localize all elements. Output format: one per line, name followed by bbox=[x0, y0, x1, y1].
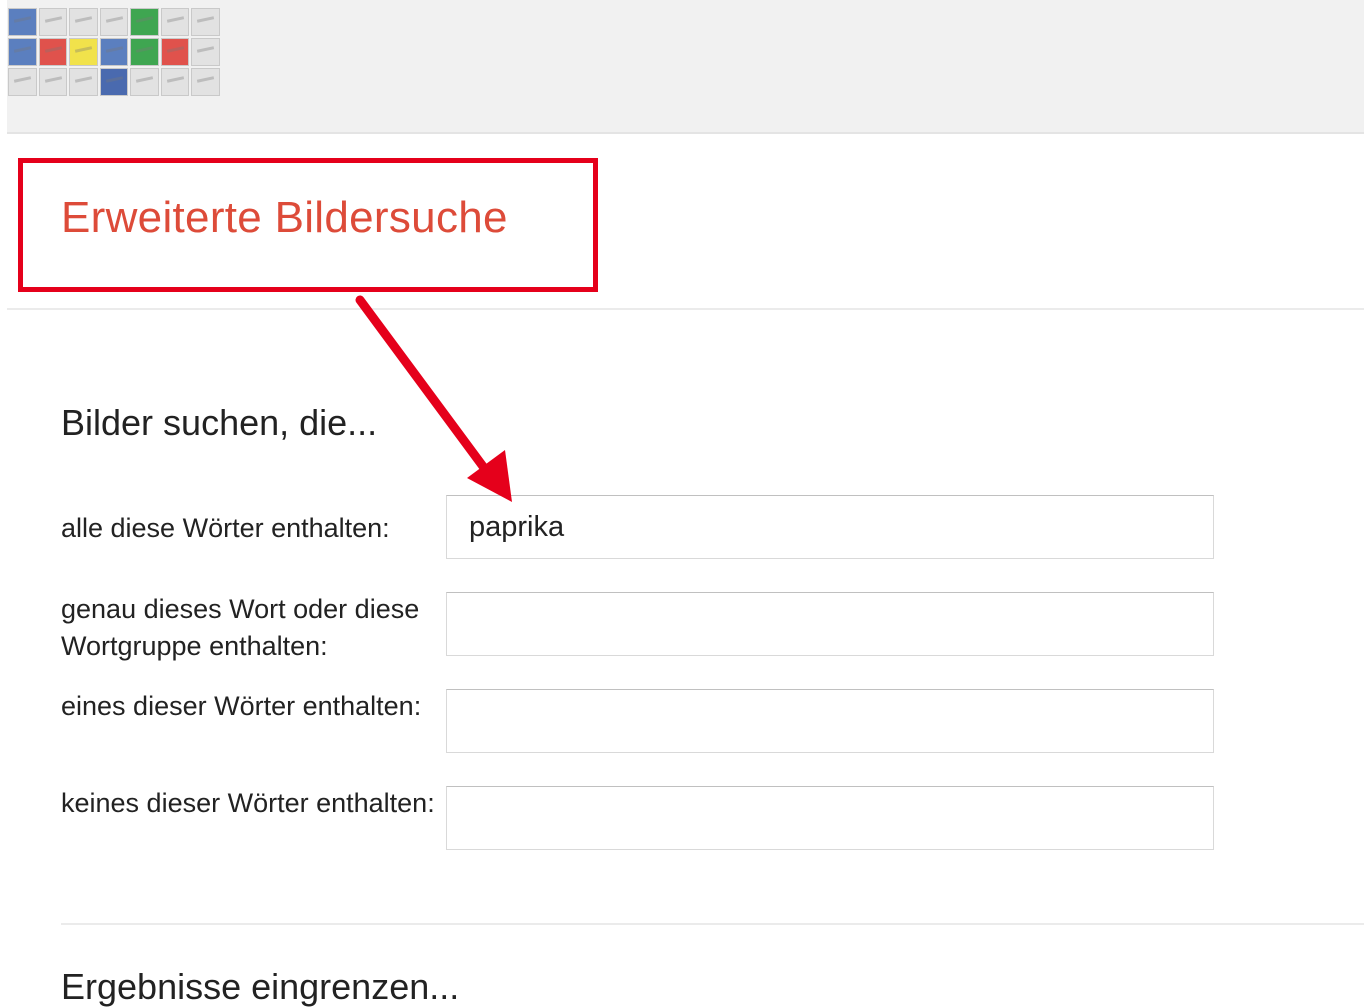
image-thumbnails-logo-icon[interactable] bbox=[8, 8, 220, 96]
logo-thumbnail-icon bbox=[130, 68, 159, 96]
arrow-shaft bbox=[355, 295, 501, 489]
find-images-heading: Bilder suchen, die... bbox=[61, 402, 378, 443]
advanced-image-search-page: Erweiterte Bildersuche Bilder suchen, di… bbox=[0, 0, 1364, 1008]
any-words-label: eines dieser Wörter enthalten: bbox=[61, 691, 422, 721]
logo-thumbnail-icon bbox=[8, 38, 37, 66]
logo-thumbnail-icon bbox=[130, 8, 159, 36]
section-divider bbox=[61, 923, 1364, 925]
logo-thumbnail-icon bbox=[160, 38, 190, 66]
logo-thumbnail-icon bbox=[191, 68, 220, 96]
logo-thumbnail-icon bbox=[38, 38, 68, 66]
all-words-input[interactable] bbox=[446, 495, 1214, 559]
logo-thumbnail-icon bbox=[191, 8, 220, 36]
any-words-input[interactable] bbox=[446, 689, 1214, 753]
none-words-label: keines dieser Wörter enthalten: bbox=[61, 788, 435, 818]
logo-thumbnail-icon bbox=[69, 68, 98, 96]
logo-thumbnail-icon bbox=[160, 8, 190, 36]
logo-thumbnail-icon bbox=[99, 8, 129, 36]
logo-thumbnail-icon bbox=[38, 68, 68, 96]
logo-thumbnail-icon bbox=[69, 38, 98, 66]
exact-phrase-label: genau dieses Wort oder diese Wortgruppe … bbox=[61, 594, 420, 661]
logo-thumbnail-icon bbox=[99, 68, 129, 96]
exact-phrase-input[interactable] bbox=[446, 592, 1214, 656]
narrow-results-heading: Ergebnisse eingrenzen... bbox=[61, 966, 460, 1007]
logo-thumbnail-icon bbox=[130, 38, 159, 66]
none-words-input[interactable] bbox=[446, 786, 1214, 850]
logo-thumbnail-icon bbox=[8, 8, 37, 36]
all-words-label: alle diese Wörter enthalten: bbox=[61, 513, 390, 543]
logo-thumbnail-icon bbox=[38, 8, 68, 36]
logo-thumbnail-icon bbox=[69, 8, 98, 36]
logo-thumbnail-icon bbox=[191, 38, 220, 66]
logo-thumbnail-icon bbox=[8, 68, 37, 96]
logo-thumbnail-icon bbox=[99, 38, 129, 66]
logo-thumbnail-icon bbox=[160, 68, 190, 96]
page-title: Erweiterte Bildersuche bbox=[61, 193, 508, 242]
